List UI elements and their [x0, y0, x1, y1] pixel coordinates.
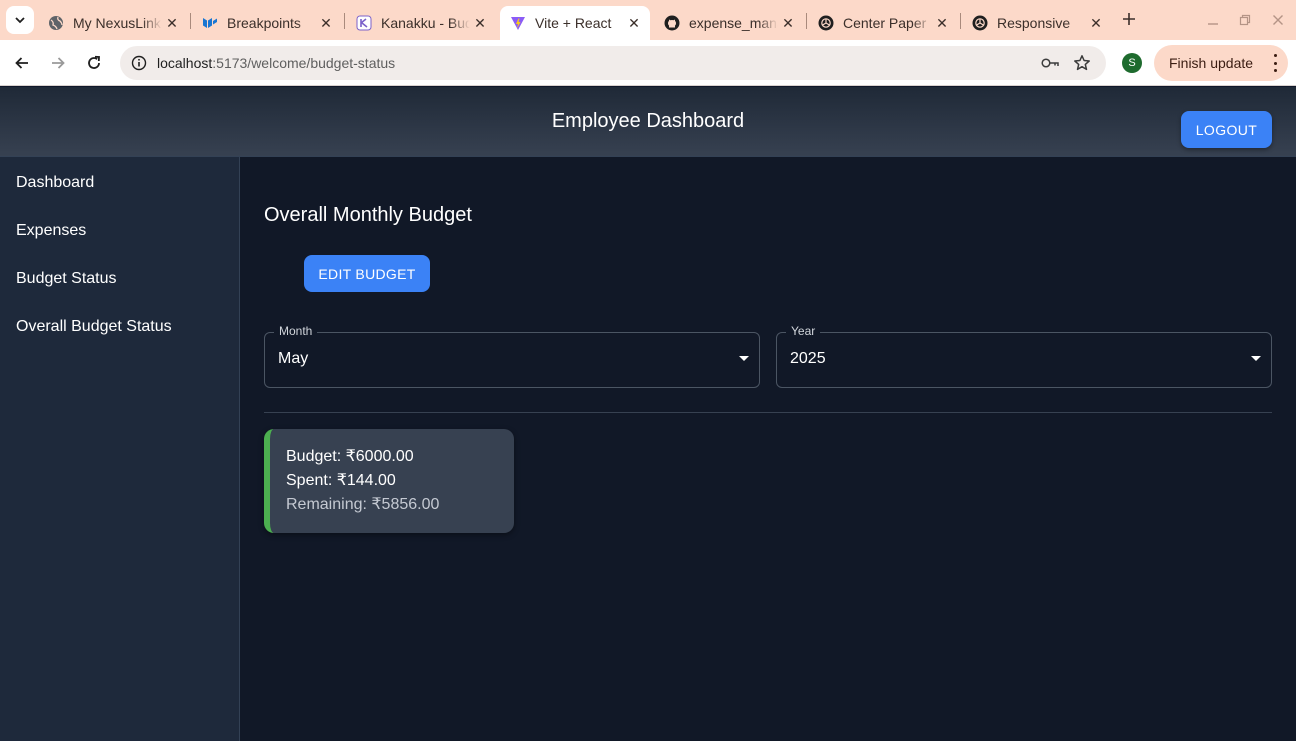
browser-tab[interactable]: Kanakku - Budget ✕ — [346, 6, 496, 40]
remaining-amount: Remaining: ₹5856.00 — [286, 496, 440, 513]
close-icon[interactable]: ✕ — [778, 13, 798, 33]
close-icon[interactable]: ✕ — [470, 13, 490, 33]
tab-title: Center Paper — [843, 15, 927, 31]
password-key-icon[interactable] — [1039, 53, 1061, 73]
browser-tab[interactable]: My NexusLink ✕ — [38, 6, 188, 40]
sidebar-item-expenses[interactable]: Expenses — [16, 222, 86, 240]
back-button[interactable] — [8, 49, 36, 77]
browser-tab[interactable]: Breakpoints ✕ — [192, 6, 342, 40]
budget-amount: Budget: ₹6000.00 — [286, 448, 414, 465]
url-text: localhost:5173/welcome/budget-status — [157, 55, 395, 71]
tab-title: Kanakku - Budget — [381, 15, 470, 31]
minimize-icon — [1208, 23, 1218, 25]
new-tab-button[interactable] — [1118, 8, 1140, 30]
plus-icon — [1123, 13, 1135, 25]
url-host: localhost — [157, 55, 213, 71]
browser-tab[interactable]: expense_manager ✕ — [654, 6, 804, 40]
sidebar: Dashboard Expenses Budget Status Overall… — [0, 157, 240, 741]
browser-tab[interactable]: Center Paper ✕ — [808, 6, 958, 40]
close-icon[interactable]: ✕ — [624, 13, 644, 33]
app-header: Employee Dashboard LOGOUT — [0, 87, 1296, 157]
tab-separator — [190, 13, 191, 29]
divider — [264, 412, 1272, 413]
tab-title: expense_manager — [689, 15, 778, 31]
browser-tab[interactable]: Responsive ✕ — [962, 6, 1112, 40]
site-info-icon[interactable] — [129, 53, 149, 73]
dropdown-arrow-icon — [1251, 356, 1261, 361]
openai-logo-icon — [818, 15, 834, 31]
minimize-window-button[interactable] — [1203, 10, 1223, 30]
arrow-left-icon — [15, 57, 28, 69]
more-vert-icon — [1272, 54, 1278, 72]
month-select-value: May — [278, 350, 309, 367]
vite-logo-icon — [510, 15, 526, 31]
tab-separator — [344, 13, 345, 29]
sidebar-item-overall-budget-status[interactable]: Overall Budget Status — [16, 318, 172, 336]
budget-summary-card: Budget: ₹6000.00 Spent: ₹144.00 Remainin… — [264, 429, 514, 533]
arrow-right-icon — [52, 57, 65, 69]
close-icon[interactable]: ✕ — [1086, 13, 1106, 33]
url-path: :5173/welcome/budget-status — [212, 55, 396, 71]
month-select-label: Month — [274, 324, 318, 338]
close-icon[interactable]: ✕ — [932, 13, 952, 33]
page-title: Employee Dashboard — [551, 110, 745, 132]
section-heading: Overall Monthly Budget — [264, 204, 472, 226]
tab-title: Responsive — [997, 15, 1071, 31]
year-select[interactable]: Year 2025 — [776, 324, 1272, 388]
close-window-button[interactable] — [1268, 10, 1288, 30]
address-bar[interactable]: localhost:5173/welcome/budget-status — [120, 46, 1106, 80]
chevron-down-icon — [15, 17, 25, 24]
profile-avatar[interactable]: S — [1122, 53, 1142, 73]
bookmark-star-icon[interactable] — [1071, 52, 1093, 74]
finish-update-label: Finish update — [1169, 55, 1254, 71]
edit-budget-button[interactable]: EDIT BUDGET — [304, 255, 430, 292]
year-select-value: 2025 — [790, 350, 826, 367]
sidebar-item-budget-status[interactable]: Budget Status — [16, 270, 117, 288]
kanakku-logo-icon — [356, 15, 372, 31]
finish-update-button[interactable]: Finish update — [1154, 45, 1288, 81]
tab-title: My NexusLink — [73, 15, 161, 31]
globe-icon — [48, 15, 64, 31]
browser-toolbar: localhost:5173/welcome/budget-status S F… — [0, 40, 1296, 86]
close-icon[interactable]: ✕ — [316, 13, 336, 33]
github-logo-icon — [664, 15, 680, 31]
month-select[interactable]: Month May — [264, 324, 760, 388]
browser-tab-active[interactable]: Vite + React ✕ — [500, 6, 650, 40]
restore-icon — [1239, 14, 1251, 26]
restore-window-button[interactable] — [1235, 10, 1255, 30]
reload-icon — [88, 55, 100, 69]
openai-logo-icon — [972, 15, 988, 31]
close-icon[interactable]: ✕ — [162, 13, 182, 33]
forward-button[interactable] — [44, 49, 72, 77]
logout-button[interactable]: LOGOUT — [1181, 111, 1272, 148]
dropdown-arrow-icon — [739, 356, 749, 361]
tab-title: Vite + React — [535, 15, 612, 31]
tab-separator — [960, 13, 961, 29]
year-select-label: Year — [786, 324, 821, 338]
browser-tab-strip: My NexusLink ✕ Breakpoints ✕ Kanakku - B… — [0, 0, 1296, 40]
main-content: Overall Monthly Budget EDIT BUDGET Month… — [240, 157, 1296, 741]
tab-search-button[interactable] — [6, 6, 34, 34]
close-icon — [1273, 15, 1283, 25]
reload-button[interactable] — [80, 49, 108, 77]
tab-title: Breakpoints — [227, 15, 301, 31]
spent-amount: Spent: ₹144.00 — [286, 472, 396, 489]
sidebar-item-dashboard[interactable]: Dashboard — [16, 174, 94, 192]
tab-separator — [806, 13, 807, 29]
mui-logo-icon — [202, 15, 218, 31]
